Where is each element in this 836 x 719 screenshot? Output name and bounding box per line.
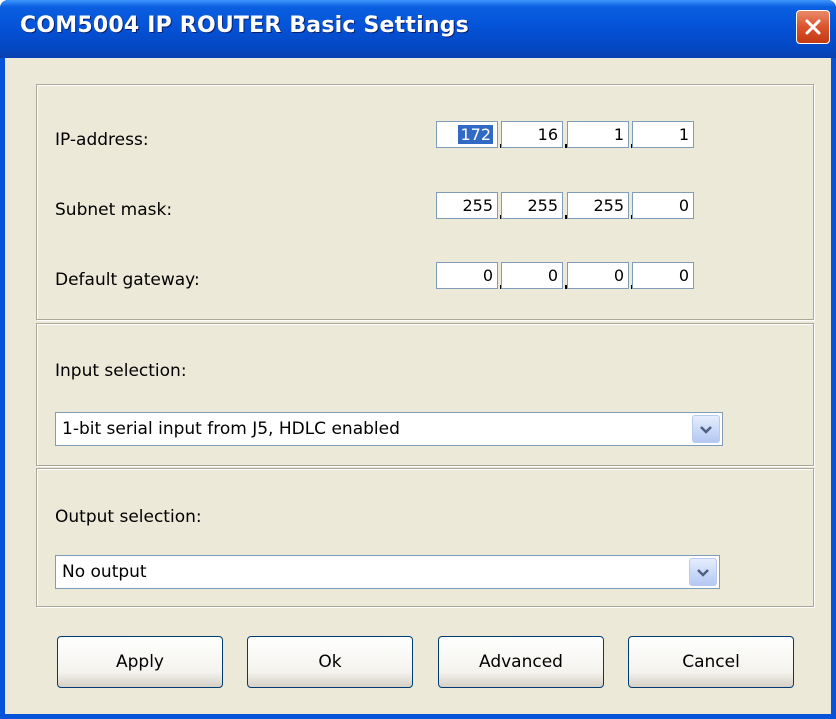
apply-button[interactable]: Apply [57, 636, 223, 688]
ip-octet-3-input[interactable]: 1 [567, 121, 629, 148]
subnet-mask-label: Subnet mask: [55, 200, 173, 220]
ip-address-label: IP-address: [55, 130, 149, 150]
gateway-octet-2-input[interactable]: 0 [501, 262, 563, 289]
gateway-octet-4-input[interactable]: 0 [632, 262, 694, 289]
ip-octet-4-input[interactable]: 1 [632, 121, 694, 148]
close-icon [804, 18, 822, 36]
input-dropdown-button[interactable] [692, 415, 720, 443]
gateway-octet-1-input[interactable]: 0 [436, 262, 498, 289]
gateway-octet-3-input[interactable]: 0 [567, 262, 629, 289]
chevron-down-icon [696, 563, 710, 582]
ip-octet-2-input[interactable]: 16 [501, 121, 563, 148]
input-selection-value: 1-bit serial input from J5, HDLC enabled [62, 419, 400, 439]
output-selection-value: No output [62, 562, 147, 582]
cancel-button[interactable]: Cancel [628, 636, 794, 688]
subnet-octet-4-input[interactable]: 0 [632, 192, 694, 219]
window-title: COM5004 IP ROUTER Basic Settings [20, 13, 469, 38]
chevron-down-icon [699, 420, 713, 439]
output-selection-label: Output selection: [55, 507, 202, 527]
default-gateway-label: Default gateway: [55, 270, 200, 290]
advanced-button[interactable]: Advanced [438, 636, 604, 688]
dialog-body: IP-address: 172 16 1 1 Subnet mask: 255 … [5, 58, 831, 714]
ok-button[interactable]: Ok [247, 636, 413, 688]
subnet-octet-1-input[interactable]: 255 [436, 192, 498, 219]
output-selection-dropdown[interactable]: No output [55, 555, 720, 589]
close-button[interactable] [796, 10, 830, 44]
subnet-octet-3-input[interactable]: 255 [567, 192, 629, 219]
window-frame-right [831, 58, 836, 719]
input-selection-label: Input selection: [55, 361, 187, 381]
dialog-window: COM5004 IP ROUTER Basic Settings IP-addr… [0, 0, 836, 719]
ip-octet-1-value: 172 [458, 125, 493, 144]
output-dropdown-button[interactable] [689, 558, 717, 586]
input-selection-dropdown[interactable]: 1-bit serial input from J5, HDLC enabled [55, 412, 723, 446]
subnet-octet-2-input[interactable]: 255 [501, 192, 563, 219]
ip-octet-1-input[interactable]: 172 [436, 121, 498, 148]
window-frame-bottom [0, 714, 836, 719]
title-bar[interactable]: COM5004 IP ROUTER Basic Settings [0, 0, 836, 58]
